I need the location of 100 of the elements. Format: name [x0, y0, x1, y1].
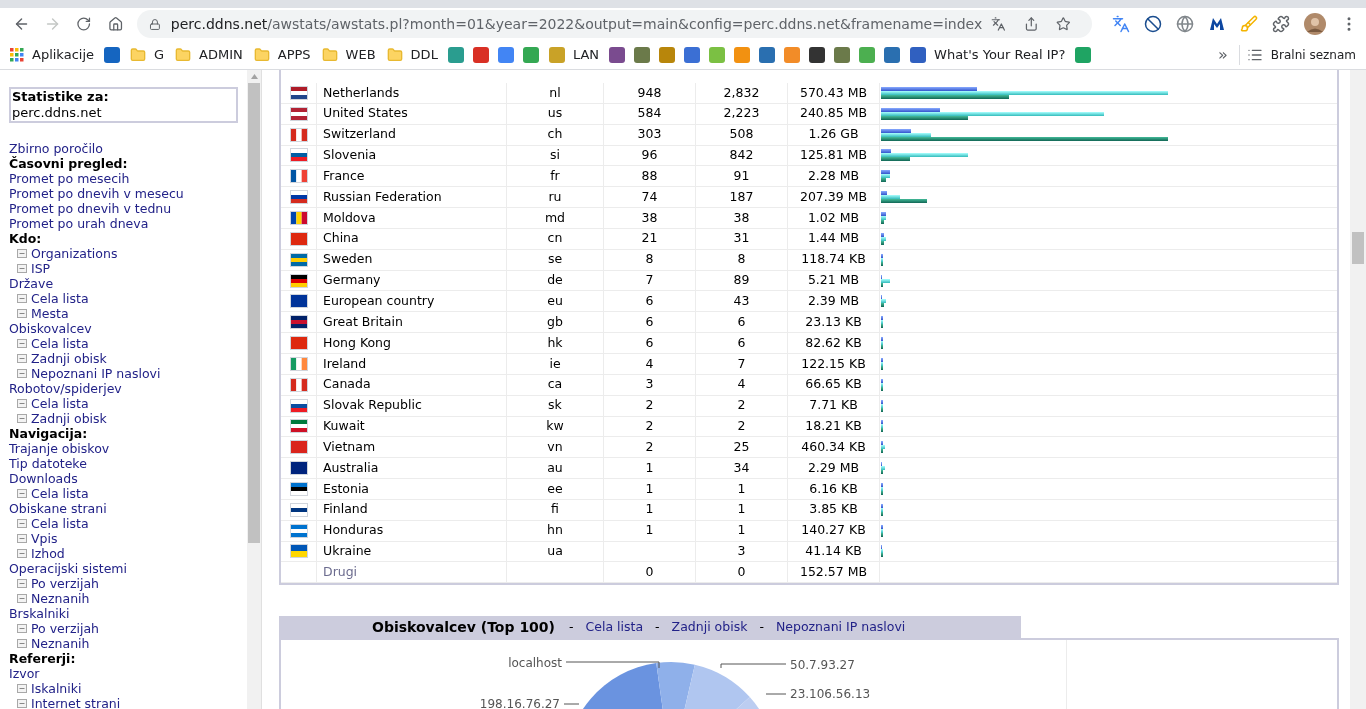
reading-list-button[interactable]: Bralni seznam [1242, 45, 1360, 64]
sidebar-sublink[interactable]: Mesta [31, 306, 69, 321]
folder-bookmark[interactable]: G [126, 44, 169, 65]
bandwidth-cell: 23.13 KB [788, 312, 880, 334]
pages-cell: 38 [604, 208, 696, 229]
sidebar-sublink[interactable]: Izhod [31, 546, 65, 561]
section-link[interactable]: Zadnji obisk [671, 617, 748, 637]
sidebar-link[interactable]: Promet po dnevih v mesecu [9, 186, 184, 201]
country-name-cell: Drugi [317, 562, 507, 584]
sidebar-link[interactable]: Obiskane strani [9, 501, 107, 516]
sidebar-link[interactable]: Zbirno poročilo [9, 141, 103, 156]
sidebar-link[interactable]: Robotov/spiderjev [9, 381, 122, 396]
bandwidth-cell: 66.65 KB [788, 374, 880, 396]
bandwidth-cell: 122.15 KB [788, 353, 880, 375]
pages-cell: 0 [604, 562, 696, 584]
country-name-cell: European country [317, 291, 507, 313]
flag-icon [290, 86, 307, 99]
sidebar-sublink[interactable]: Nepoznani IP naslovi [31, 366, 161, 381]
sidebar-sublink[interactable]: Neznanih [31, 636, 90, 651]
sidebar-link[interactable]: Izvor [9, 666, 40, 681]
bandwidth-cell: 6.16 KB [788, 479, 880, 500]
hits-cell: 1 [696, 520, 788, 542]
country-code-cell: us [507, 103, 604, 125]
sidebar-heading: Refererji: [9, 651, 76, 666]
sidebar-sublink[interactable]: Po verzijah [31, 621, 100, 636]
page-icon [17, 639, 27, 648]
flag-icon [290, 212, 307, 224]
sidebar-sublink[interactable]: Iskalniki [31, 681, 82, 696]
translate-icon[interactable] [991, 16, 1006, 32]
stats-box-value: perc.ddns.net [12, 105, 103, 121]
extensions-icon[interactable] [1272, 15, 1290, 33]
sidebar-link[interactable]: Promet po urah dneva [9, 216, 149, 231]
flag-icon [290, 524, 307, 537]
apps-launcher-button[interactable]: Aplikacije [6, 44, 98, 65]
sidebar-sublink[interactable]: Organizations [31, 246, 118, 261]
sidebar-sublink[interactable]: ISP [31, 261, 51, 276]
pages-cell: 1 [604, 479, 696, 500]
country-code-cell: vn [507, 437, 604, 459]
globe-extension-icon[interactable] [1176, 15, 1194, 33]
folder-bookmark[interactable]: DDL [382, 44, 442, 65]
folder-bookmark[interactable]: ADMIN [171, 44, 247, 65]
flag-icon [290, 462, 307, 475]
separator: - [655, 617, 660, 636]
sidebar-link[interactable]: Downloads [9, 471, 78, 486]
sidebar-link[interactable]: Promet po mesecih [9, 171, 130, 186]
scrollbar[interactable] [1350, 70, 1366, 709]
country-name-cell: Sweden [317, 249, 507, 271]
share-icon[interactable] [1023, 16, 1039, 32]
pages-cell: 96 [604, 145, 696, 167]
lock-icon [149, 17, 161, 31]
sidebar-sublink[interactable]: Neznanih [31, 591, 90, 606]
country-name-cell: Kuwait [317, 416, 507, 438]
sidebar-link[interactable]: Promet po dnevih v tednu [9, 201, 172, 216]
sidebar-sublink[interactable]: Vpis [31, 531, 58, 546]
country-name-cell: France [317, 166, 507, 188]
sidebar-sublink[interactable]: Zadnji obisk [31, 411, 107, 426]
bandwidth-cell: 140.27 KB [788, 520, 880, 542]
country-name-cell: Ireland [317, 353, 507, 375]
sidebar-sublink[interactable]: Internet strani [31, 696, 121, 709]
sidebar-sublink[interactable]: Po verzijah [31, 576, 100, 591]
translate-extension-icon[interactable] [1112, 15, 1130, 33]
reload-icon[interactable] [76, 15, 92, 33]
country-code-cell: kw [507, 416, 604, 438]
pie-label: 23.106.56.13 [790, 687, 871, 702]
block-extension-icon[interactable] [1144, 15, 1162, 33]
sidebar-sublink[interactable]: Cela lista [31, 486, 89, 501]
sidebar-sublink[interactable]: Cela lista [31, 291, 89, 306]
country-code-cell: gb [507, 312, 604, 334]
section-link[interactable]: Nepoznani IP naslovi [775, 617, 906, 637]
sidebar-link[interactable]: Obiskovalcev [9, 321, 92, 336]
site-bookmark[interactable]: What's Your Real IP? [906, 44, 1070, 65]
section-link[interactable]: Cela lista [585, 617, 644, 637]
more-bookmarks-button[interactable]: » [1210, 42, 1236, 67]
home-icon[interactable] [107, 15, 123, 33]
leader-line [720, 663, 787, 669]
pages-cell: 21 [604, 228, 696, 250]
address-bar[interactable]: perc.ddns.net/awstats/awstats.pl?month=01&year=2022&output=main&config=perc.ddns.net&framename=index [137, 10, 1092, 38]
sidebar-sublink[interactable]: Cela lista [31, 516, 89, 531]
flag-icon [290, 441, 307, 454]
page-icon [17, 354, 27, 363]
sidebar-link[interactable]: Brskalniki [9, 606, 70, 621]
flag-icon [290, 149, 307, 162]
country-name-cell: Finland [317, 499, 507, 521]
hits-cell: 3 [696, 541, 788, 563]
folder-bookmark[interactable]: WEB [317, 44, 380, 65]
profile-avatar[interactable] [1304, 13, 1326, 35]
site-bookmark[interactable]: LAN [544, 44, 604, 65]
folder-bookmark[interactable]: APPS [249, 44, 315, 65]
page-icon [17, 489, 27, 498]
bookmark-star-icon[interactable] [1056, 16, 1071, 32]
sidebar-sublink[interactable]: Cela lista [31, 396, 89, 411]
hits-cell: 4 [696, 374, 788, 396]
sidebar-link[interactable]: Trajanje obiskov [9, 441, 110, 456]
sidebar-link[interactable]: Operacijski sistemi [9, 561, 128, 576]
sidebar-sublink[interactable]: Zadnji obisk [31, 351, 107, 366]
pages-cell: 3 [604, 374, 696, 396]
sidebar-link[interactable]: Tip datoteke [9, 456, 87, 471]
scrollbar[interactable] [247, 70, 261, 709]
sidebar-link[interactable]: Države [9, 276, 54, 291]
sidebar-sublink[interactable]: Cela lista [31, 336, 89, 351]
